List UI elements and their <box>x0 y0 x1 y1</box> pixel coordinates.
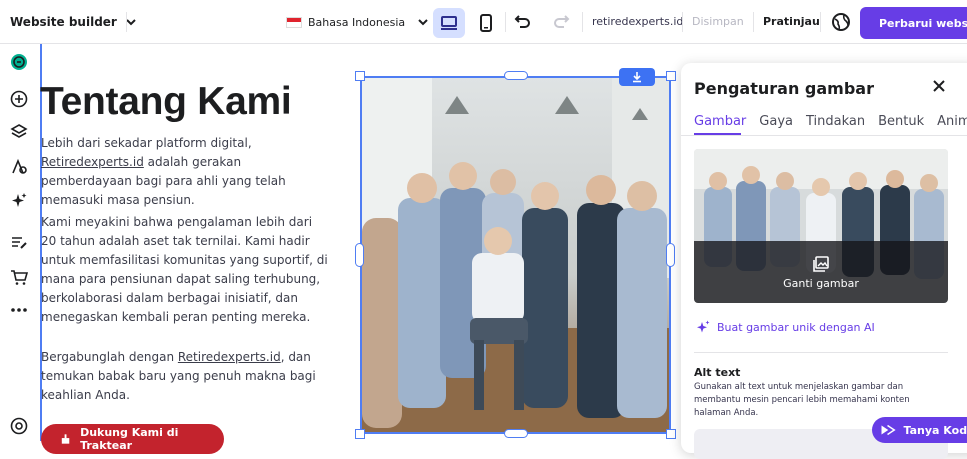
blog-button[interactable] <box>9 233 29 253</box>
tab-animasi[interactable]: Animasi <box>937 114 967 129</box>
retiredexperts-link[interactable]: Retiredexperts.id <box>178 350 281 364</box>
update-website-button[interactable]: Perbarui website <box>860 7 967 39</box>
alt-text-heading: Alt text <box>694 366 741 379</box>
team-photo[interactable] <box>360 76 671 434</box>
tabs-divider <box>681 135 967 136</box>
divider <box>682 12 683 32</box>
generate-ai-label: Buat gambar unik dengan AI <box>717 320 875 334</box>
resize-handle-top-left[interactable] <box>355 71 365 81</box>
close-icon <box>933 80 945 92</box>
blog-icon <box>12 237 27 249</box>
support-button-label: Dukung Kami di Traktear <box>80 426 179 452</box>
redo-button[interactable] <box>552 12 570 34</box>
tab-bentuk[interactable]: Bentuk <box>878 114 924 129</box>
domain-label[interactable]: retiredexperts.id <box>592 15 683 28</box>
redo-icon <box>554 15 570 28</box>
add-element-icon <box>10 90 28 108</box>
kodee-icon <box>881 424 896 436</box>
tab-gambar[interactable]: Gambar <box>694 114 746 129</box>
page-title[interactable]: Tentang Kami <box>40 80 292 124</box>
divider <box>820 12 821 32</box>
resize-handle-bottom[interactable] <box>504 429 528 438</box>
language-selector[interactable]: Bahasa Indonesia <box>286 0 429 44</box>
add-element-button[interactable] <box>9 89 29 109</box>
resize-handle-bottom-left[interactable] <box>355 429 365 439</box>
language-label: Bahasa Indonesia <box>308 15 406 29</box>
join-paragraph[interactable]: Bergabunglah dengan Retiredexperts.id, d… <box>41 348 331 405</box>
tab-tindakan[interactable]: Tindakan <box>806 114 865 129</box>
resize-handle-right[interactable] <box>666 243 675 267</box>
image-icon <box>813 255 829 272</box>
store-button[interactable] <box>9 267 29 287</box>
retiredexperts-link[interactable]: Retiredexperts.id <box>41 155 144 169</box>
mobile-icon <box>480 14 492 32</box>
indonesia-flag-icon <box>286 16 302 28</box>
panel-tabs: Gambar Gaya Tindakan Bentuk Animasi <box>694 114 967 129</box>
support-button[interactable]: Dukung Kami di Traktear <box>41 424 224 454</box>
desktop-icon <box>441 16 457 30</box>
mobile-view-button[interactable] <box>473 8 499 38</box>
resize-handle-left[interactable] <box>355 243 364 267</box>
tab-gaya[interactable]: Gaya <box>759 114 793 129</box>
ai-tools-icon <box>12 193 27 207</box>
intro-text: Lebih dari sekadar platform digital, <box>41 136 252 150</box>
join-text: Bergabunglah dengan <box>41 350 178 364</box>
styles-button[interactable] <box>9 157 29 177</box>
more-icon <box>11 308 27 312</box>
donate-icon <box>61 434 70 444</box>
sections-icon <box>11 54 27 70</box>
divider <box>753 12 754 32</box>
more-button[interactable] <box>9 300 29 320</box>
team-photo-image <box>362 78 669 432</box>
ai-sparkle-icon <box>697 320 710 333</box>
globe-icon <box>832 13 850 31</box>
intro-paragraph[interactable]: Lebih dari sekadar platform digital, Ret… <box>41 134 331 210</box>
ask-kodee-button[interactable]: Tanya Kodee <box>872 417 967 443</box>
layers-icon <box>10 124 28 138</box>
chevron-down-icon <box>418 19 428 26</box>
image-download-button[interactable] <box>619 68 655 86</box>
divider <box>505 12 506 32</box>
ask-kodee-label: Tanya Kodee <box>903 423 967 437</box>
replace-image-label: Ganti gambar <box>783 276 859 290</box>
website-builder-menu[interactable]: Website builder <box>10 0 137 44</box>
image-thumbnail[interactable]: Ganti gambar <box>694 149 948 303</box>
store-icon <box>11 270 28 285</box>
resize-handle-top[interactable] <box>504 71 528 80</box>
divider <box>582 12 583 32</box>
saved-status: Disimpan <box>692 15 744 28</box>
replace-image-button[interactable]: Ganti gambar <box>694 241 948 303</box>
preview-button[interactable]: Pratinjau <box>763 15 820 28</box>
undo-icon <box>514 15 530 28</box>
publish-settings-button[interactable] <box>831 12 851 36</box>
resize-handle-bottom-right[interactable] <box>666 429 676 439</box>
download-icon <box>633 72 641 83</box>
mission-paragraph[interactable]: Kami meyakini bahwa pengalaman lebih dar… <box>41 213 331 327</box>
help-icon <box>10 417 28 435</box>
layers-button[interactable] <box>9 122 29 142</box>
alt-text-description: Gunakan alt text untuk menjelaskan gamba… <box>694 382 910 418</box>
top-bar: Website builder Bahasa Indonesia retired… <box>0 0 967 44</box>
image-settings-panel: Pengaturan gambar Gambar Gaya Tindakan B… <box>681 63 967 459</box>
panel-divider <box>694 352 948 353</box>
styles-icon <box>12 158 27 174</box>
help-button[interactable] <box>9 416 29 436</box>
brand-label: Website builder <box>10 15 117 29</box>
undo-button[interactable] <box>514 12 532 34</box>
close-panel-button[interactable] <box>932 77 946 98</box>
left-sidebar <box>0 44 40 441</box>
panel-title: Pengaturan gambar <box>694 79 874 98</box>
ai-tools-button[interactable] <box>9 190 29 210</box>
generate-ai-image-link[interactable]: Buat gambar unik dengan AI <box>695 319 875 335</box>
desktop-view-button[interactable] <box>433 8 465 38</box>
divider <box>126 12 127 32</box>
sections-button[interactable] <box>9 52 29 72</box>
resize-handle-top-right[interactable] <box>666 71 676 81</box>
